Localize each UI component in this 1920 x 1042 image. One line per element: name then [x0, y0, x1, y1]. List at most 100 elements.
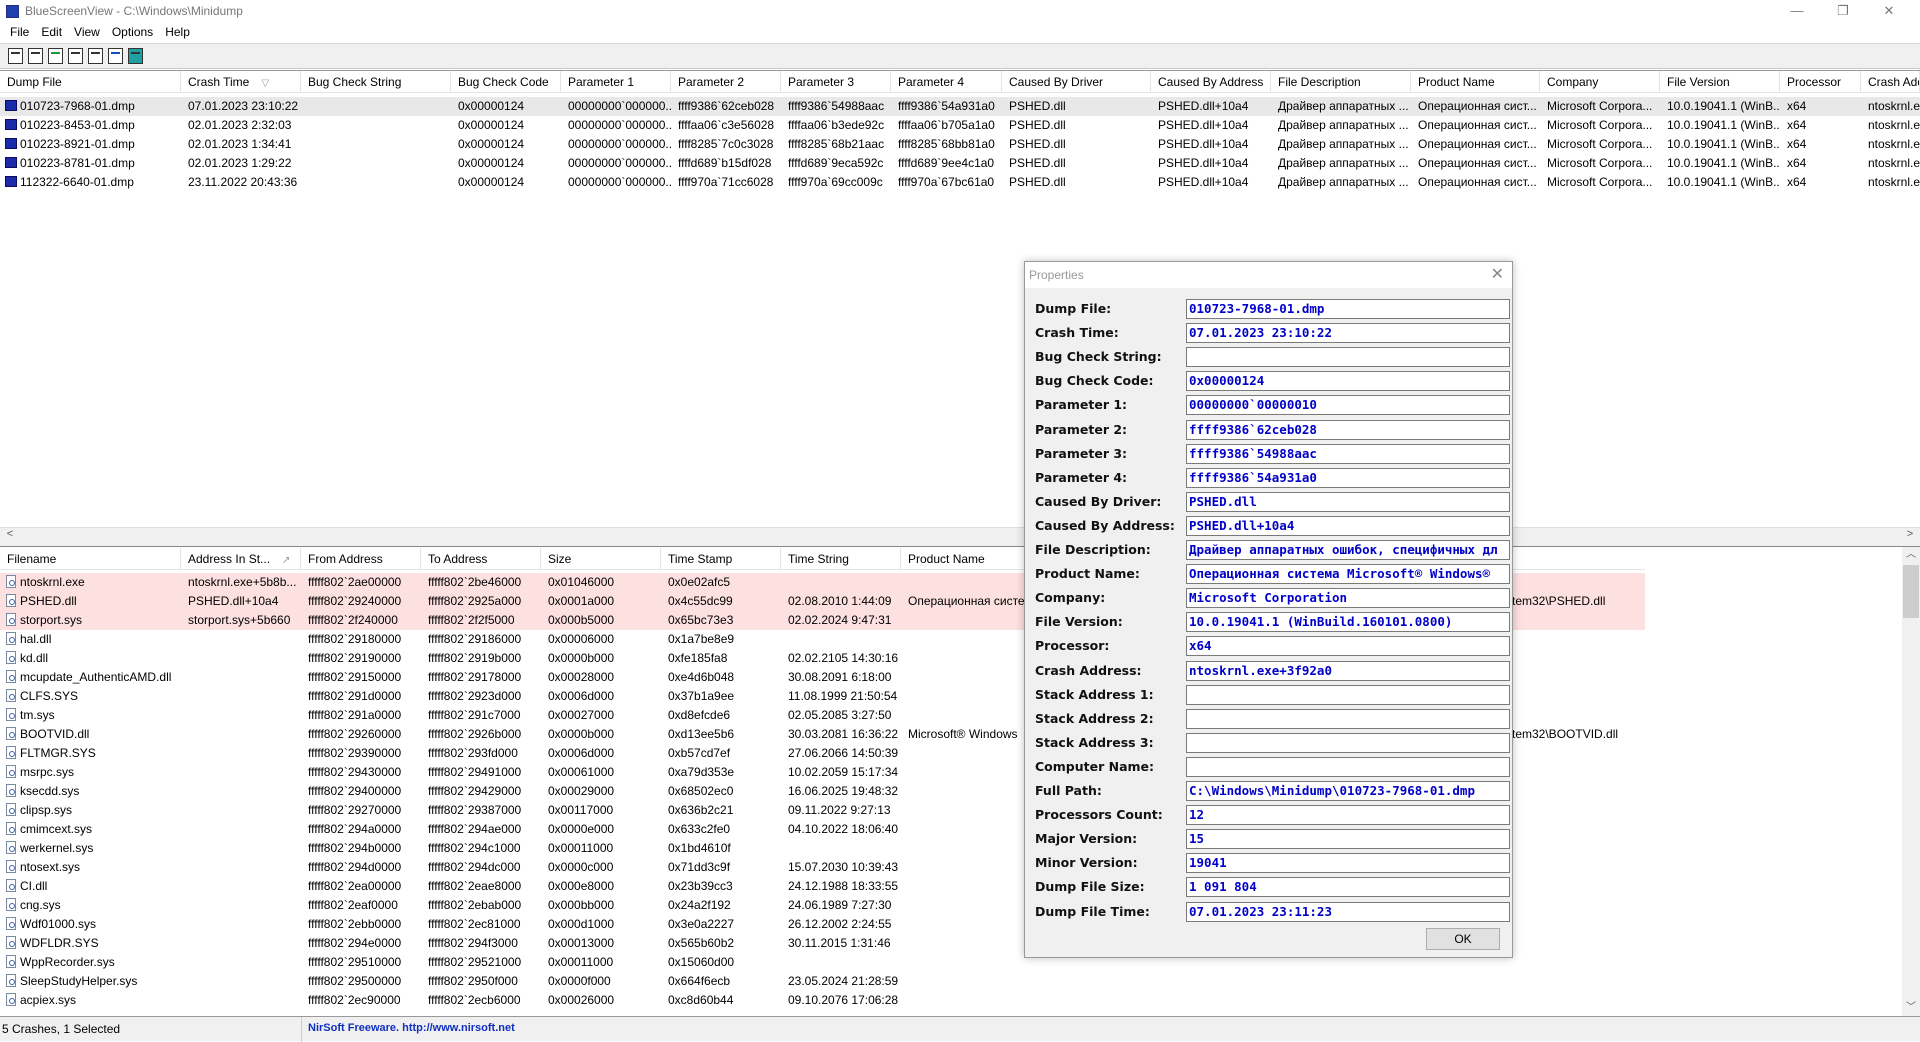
copy-icon[interactable] [68, 48, 83, 64]
crash-row[interactable]: 010223-8921-01.dmp 02.01.2023 1:34:41 0x00… [0, 135, 1920, 154]
column-header-company[interactable]: Company [1540, 71, 1660, 93]
crash-row[interactable]: 010223-8781-01.dmp 02.01.2023 1:29:22 0x00… [0, 154, 1920, 173]
menu-view[interactable]: View [68, 25, 106, 39]
column-header-time-stamp[interactable]: Time Stamp [661, 548, 781, 570]
processor-value[interactable]: x64 [1186, 636, 1510, 657]
dialog-close-icon[interactable]: ✕ [1491, 262, 1504, 288]
parameter-4-value[interactable]: ffff9386`54a931a0 [1186, 467, 1510, 488]
crash-row[interactable]: 010723-7968-01.dmp 07.01.2023 23:10:22 0x0… [0, 97, 1920, 116]
processors-count-value[interactable]: 12 [1186, 805, 1510, 826]
cell-text: 0x00006000 [548, 632, 615, 646]
file-description-value[interactable]: Драйвер аппаратных ошибок, специфичных д… [1186, 540, 1510, 560]
sort-indicator-icon: ▽ [261, 78, 270, 89]
cell: 0xd8efcde6 [661, 706, 781, 725]
stack-address-3-value[interactable] [1186, 732, 1510, 753]
field-computer-name: Computer Name: [1035, 756, 1510, 777]
scroll-left-icon[interactable]: < [2, 528, 18, 542]
parameter-2-value[interactable]: ffff9386`62ceb028 [1186, 419, 1510, 440]
horizontal-scrollbar[interactable]: < > [0, 527, 1920, 541]
scroll-thumb[interactable] [1903, 565, 1919, 618]
cell: PSHED.dll+10a4 [1151, 135, 1271, 154]
column-header-bug-check-string[interactable]: Bug Check String [301, 71, 451, 93]
company-value[interactable]: Microsoft Corporation [1186, 588, 1510, 609]
find-icon[interactable] [108, 48, 123, 64]
column-header-dump-file[interactable]: Dump File [0, 71, 181, 93]
major-version-value[interactable]: 15 [1186, 829, 1510, 850]
column-header-time-string[interactable]: Time String [781, 548, 901, 570]
column-header-parameter-4[interactable]: Parameter 4 [891, 71, 1002, 93]
column-header-file-version[interactable]: File Version [1660, 71, 1780, 93]
menu-file[interactable]: File [4, 25, 35, 39]
file-version-value[interactable]: 10.0.19041.1 (WinBuild.160101.0800) [1186, 612, 1510, 633]
product-name-value[interactable]: Операционная система Microsoft® Windows® [1186, 564, 1510, 585]
maximize-button[interactable]: ❐ [1820, 0, 1866, 22]
cell-text: PSHED.dll [1009, 99, 1066, 113]
cell: 24.06.1989 7:27:30 [781, 896, 901, 915]
column-header-crash-time[interactable]: Crash Time ▽ [181, 71, 301, 93]
save-icon[interactable] [28, 48, 43, 64]
stack-address-1-label: Stack Address 1: [1035, 686, 1154, 702]
full-path-value[interactable]: C:\Windows\Minidump\010723-7968-01.dmp [1186, 781, 1510, 801]
cell: 0x00011000 [541, 953, 661, 972]
column-header-product-name[interactable]: Product Name [1411, 71, 1540, 93]
refresh-icon[interactable] [48, 48, 63, 64]
column-header-file-description[interactable]: File Description [1271, 71, 1411, 93]
ok-button[interactable]: OK [1426, 928, 1500, 950]
cell-text: ksecdd.sys [20, 784, 80, 798]
scroll-right-icon[interactable]: > [1902, 528, 1918, 542]
exit-icon[interactable] [128, 48, 143, 64]
scroll-down-icon[interactable]: ﹀ [1902, 1000, 1920, 1016]
column-header-bug-check-code[interactable]: Bug Check Code [451, 71, 561, 93]
menu-edit[interactable]: Edit [35, 25, 68, 39]
cell: 0x65bc73e3 [661, 611, 781, 630]
column-header-from-address[interactable]: From Address [301, 548, 421, 570]
module-row[interactable]: SleepStudyHelper.sys fffff802`29500000 fff… [0, 972, 1645, 991]
column-header-parameter-2[interactable]: Parameter 2 [671, 71, 781, 93]
minor-version-value[interactable]: 19041 [1186, 853, 1510, 874]
crash-row[interactable]: 010223-8453-01.dmp 02.01.2023 2:32:03 0x00… [0, 116, 1920, 135]
module-row[interactable]: acpiex.sys fffff802`2ec90000 fffff802`2ecb… [0, 991, 1645, 1010]
dump-file-size-value[interactable]: 1 091 804 [1186, 877, 1510, 898]
filename-cell: WDFLDR.SYS [0, 934, 181, 953]
caused-by-driver-value[interactable]: PSHED.dll [1186, 491, 1510, 512]
scroll-up-icon[interactable]: ︿ [1902, 547, 1920, 563]
window-title: BlueScreenView - C:\Windows\Minidump [25, 4, 243, 18]
column-header-product-name[interactable]: Product Name [901, 548, 1030, 570]
parameter-1-value[interactable]: 00000000`00000010 [1186, 395, 1510, 416]
caused-by-address-value[interactable]: PSHED.dll+10a4 [1186, 515, 1510, 536]
cell-text: 02.02.2105 14:30:16 [788, 651, 899, 665]
crash-row[interactable]: 112322-6640-01.dmp 23.11.2022 20:43:36 0x0… [0, 173, 1920, 192]
cell-text: x64 [1787, 118, 1807, 132]
column-header-address-in-st-[interactable]: Address In St... ↗ [181, 548, 301, 570]
cell-text: Microsoft Corpora... [1547, 118, 1653, 132]
cell: Microsoft Corpora... [1540, 154, 1660, 173]
minimize-button[interactable]: — [1774, 0, 1820, 22]
nirsoft-link[interactable]: NirSoft Freeware. http://www.nirsoft.net [308, 1017, 515, 1042]
cell: 0x00027000 [541, 706, 661, 725]
stack-address-1-value[interactable] [1186, 684, 1510, 705]
parameter-3-value[interactable]: ffff9386`54988aac [1186, 443, 1510, 464]
menu-help[interactable]: Help [159, 25, 196, 39]
column-header-parameter-1[interactable]: Parameter 1 [561, 71, 671, 93]
vertical-scrollbar[interactable]: ︿ ﹀ [1902, 547, 1920, 1016]
dump-file-time-value[interactable]: 07.01.2023 23:11:23 [1186, 901, 1510, 922]
close-button[interactable]: ✕ [1866, 0, 1912, 22]
column-header-parameter-3[interactable]: Parameter 3 [781, 71, 891, 93]
properties-icon[interactable] [8, 48, 23, 64]
menu-options[interactable]: Options [106, 25, 159, 39]
column-header-caused-by-driver[interactable]: Caused By Driver [1002, 71, 1151, 93]
bug-check-code-value[interactable]: 0x00000124 [1186, 371, 1510, 392]
column-header-caused-by-address[interactable]: Caused By Address [1151, 71, 1271, 93]
column-header-size[interactable]: Size [541, 548, 661, 570]
dump-file-value[interactable]: 010723-7968-01.dmp [1186, 299, 1510, 319]
crash-time-value[interactable]: 07.01.2023 23:10:22 [1186, 323, 1510, 344]
crash-address-value[interactable]: ntoskrnl.exe+3f92a0 [1186, 660, 1510, 681]
column-header-processor[interactable]: Processor [1780, 71, 1861, 93]
computer-name-value[interactable] [1186, 756, 1510, 777]
bug-check-string-value[interactable] [1186, 347, 1510, 368]
column-header-filename[interactable]: Filename [0, 548, 181, 570]
report-icon[interactable] [88, 48, 103, 64]
column-header-crash-add[interactable]: Crash Add [1861, 71, 1920, 93]
stack-address-2-value[interactable] [1186, 708, 1510, 729]
column-header-to-address[interactable]: To Address [421, 548, 541, 570]
